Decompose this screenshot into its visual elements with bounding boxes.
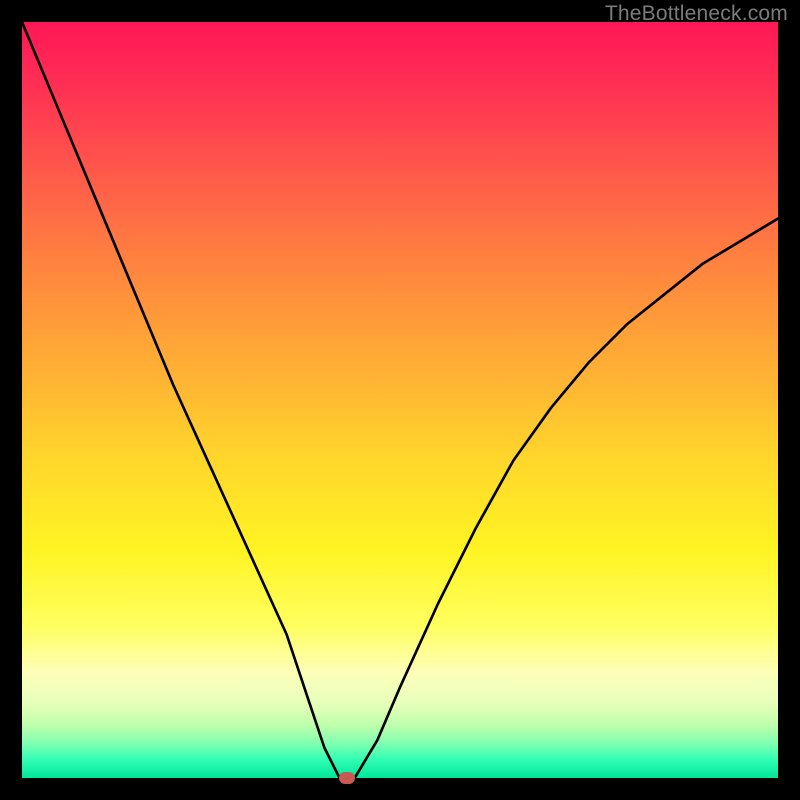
- chart-plot-area: [22, 22, 778, 778]
- bottleneck-curve: [22, 22, 778, 778]
- curve-path: [22, 22, 778, 778]
- optimal-point-marker: [339, 772, 355, 784]
